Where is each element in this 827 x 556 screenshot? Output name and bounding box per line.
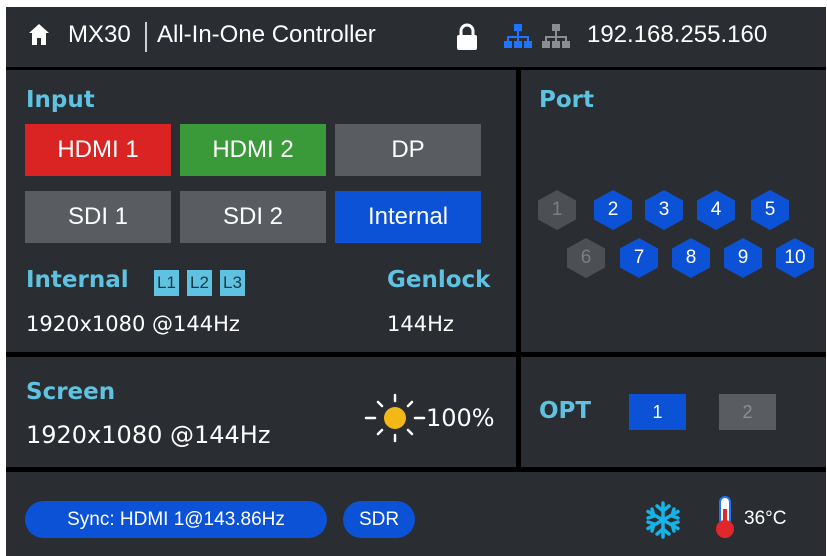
port-label: 4: [710, 199, 722, 220]
header-divider: [145, 22, 147, 52]
port-7-hex[interactable]: 7: [618, 237, 660, 283]
port-3-hex[interactable]: 3: [643, 189, 685, 235]
port-10-hex[interactable]: 10: [774, 237, 816, 283]
port-1-hex[interactable]: 1: [536, 189, 578, 235]
network-active-icon: [504, 23, 532, 53]
port-label: 3: [658, 199, 670, 220]
port-5-hex[interactable]: 5: [749, 189, 791, 235]
port-label: 5: [764, 199, 776, 220]
port-2-hex[interactable]: 2: [592, 189, 634, 235]
input-hdmi1-button[interactable]: HDMI 1: [25, 124, 171, 176]
input-hdmi2-button[interactable]: HDMI 2: [180, 124, 326, 176]
port-label: 6: [580, 247, 592, 268]
port-label: 1: [551, 199, 563, 220]
sync-status-badge: Sync: HDMI 1@143.86Hz: [25, 501, 327, 538]
layer-l1-badge[interactable]: L1: [154, 270, 179, 296]
sun-icon[interactable]: [364, 393, 426, 447]
internal-resolution: 1920x1080 @144Hz: [26, 312, 240, 336]
port-6-hex[interactable]: 6: [565, 237, 607, 283]
snowflake-icon: [643, 500, 683, 544]
opt-2-button[interactable]: 2: [719, 394, 776, 430]
controller-title: All-In-One Controller: [157, 21, 376, 48]
input-sdi1-button[interactable]: SDI 1: [25, 191, 171, 243]
input-sdi2-button[interactable]: SDI 2: [180, 191, 326, 243]
ip-address: 192.168.255.160: [587, 21, 768, 48]
network-inactive-icon: [542, 23, 570, 53]
port-label: 7: [633, 247, 645, 268]
port-label: 9: [737, 247, 749, 268]
opt-1-button[interactable]: 1: [629, 394, 686, 430]
temperature-value: 36°C: [744, 508, 787, 529]
brightness-value: 100%: [426, 404, 495, 432]
port-label: 8: [685, 247, 697, 268]
screen-title: Screen: [26, 379, 116, 405]
port-9-hex[interactable]: 9: [722, 237, 764, 283]
input-internal-button[interactable]: Internal: [335, 191, 481, 243]
layer-l2-badge[interactable]: L2: [187, 270, 212, 296]
port-8-hex[interactable]: 8: [670, 237, 712, 283]
port-label: 2: [607, 199, 619, 220]
layer-l3-badge[interactable]: L3: [220, 270, 245, 296]
port-4-hex[interactable]: 4: [695, 189, 737, 235]
port-title: Port: [539, 87, 594, 113]
controller-screen: MX30 All-In-One Controller 192.168.255.1…: [6, 7, 826, 556]
dynamic-range-badge: SDR: [343, 501, 415, 538]
home-icon[interactable]: [28, 23, 50, 51]
port-label: 10: [784, 247, 806, 268]
input-dp-button[interactable]: DP: [335, 124, 481, 176]
internal-label: Internal: [26, 267, 129, 293]
top-bar: MX30 All-In-One Controller 192.168.255.1…: [6, 7, 826, 67]
device-model: MX30: [68, 21, 131, 48]
genlock-label: Genlock: [387, 267, 491, 293]
screen-resolution: 1920x1080 @144Hz: [26, 421, 271, 449]
thermometer-icon: [713, 495, 737, 543]
lock-icon[interactable]: [456, 23, 478, 55]
genlock-value: 144Hz: [387, 312, 454, 336]
input-title: Input: [26, 87, 95, 113]
opt-title: OPT: [539, 398, 592, 424]
